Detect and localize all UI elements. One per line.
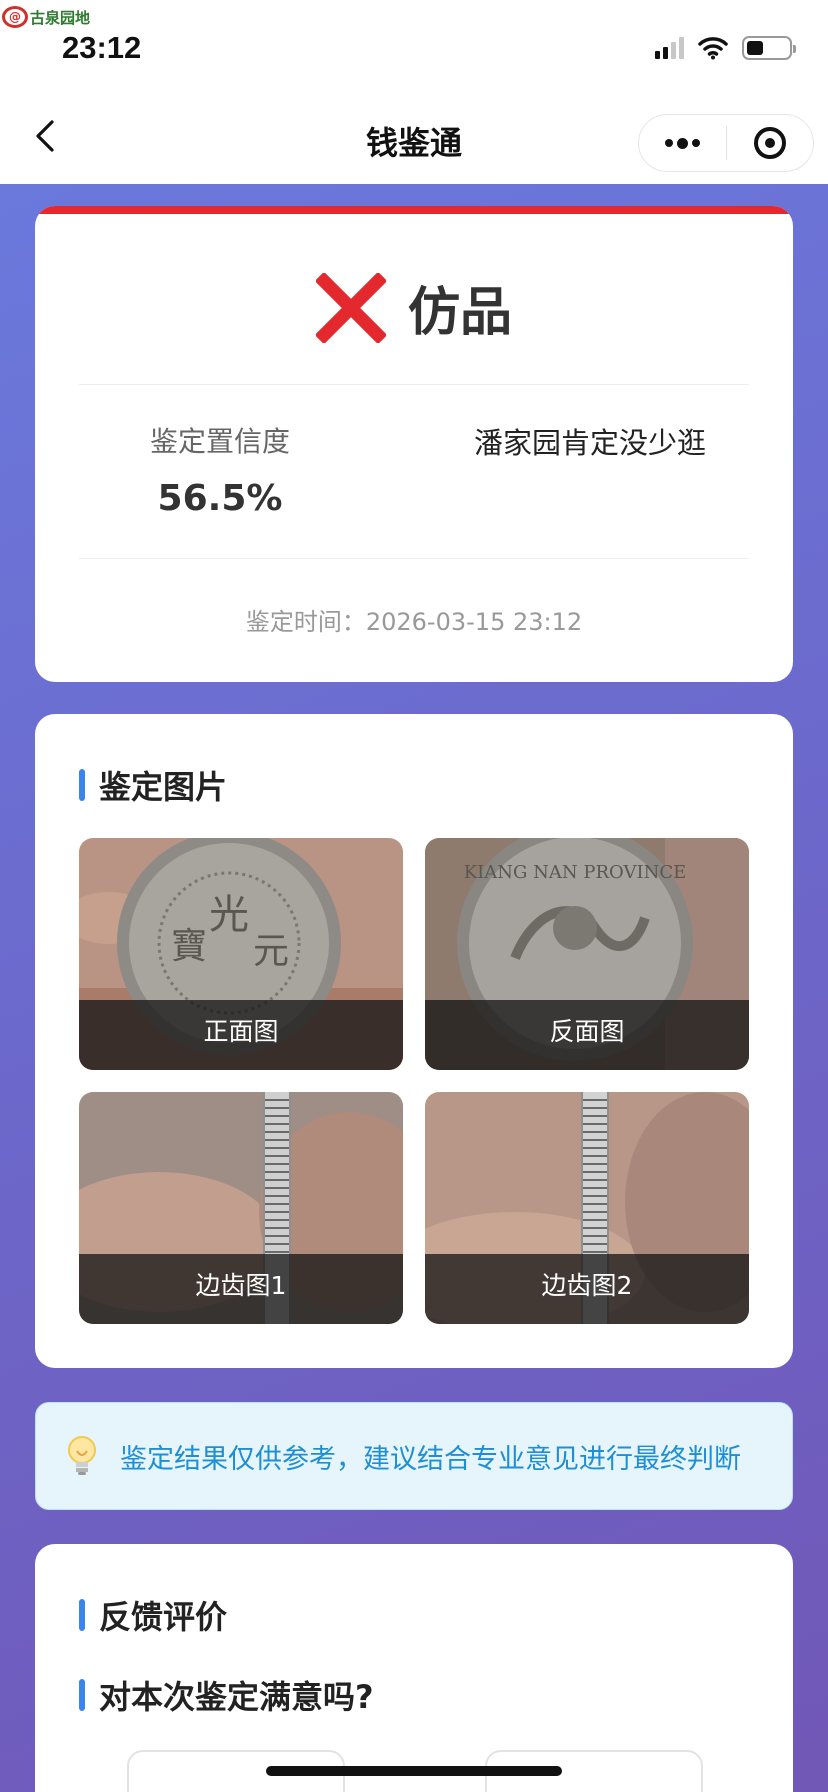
appraisal-time: 鉴定时间：2026-03-15 23:12 xyxy=(245,608,583,636)
wifi-icon xyxy=(698,37,728,60)
nav-bar: 钱鉴通 xyxy=(0,88,828,184)
disclaimer-text: 鉴定结果仅供参考，建议结合专业意见进行最终判断 xyxy=(120,1443,741,1475)
photo-caption: 边齿图1 xyxy=(79,1254,403,1324)
photos-title-text: 鉴定图片 xyxy=(99,768,228,806)
more-dots-icon xyxy=(664,137,700,149)
photo-edge-1[interactable]: 边齿图1 xyxy=(79,1092,403,1324)
confidence-value: 56.5% xyxy=(157,478,283,519)
svg-text:寶: 寶 xyxy=(171,926,207,967)
watermark-text: 古泉园地 xyxy=(30,8,91,27)
photo-back[interactable]: KIANG NAN PROVINCE 反面图 xyxy=(425,838,749,1070)
result-accent-bar xyxy=(35,206,793,214)
result-comment: 潘家园肯定没少逛 xyxy=(473,426,706,460)
feedback-section-title: 反馈评价 xyxy=(79,1592,227,1638)
target-close-icon xyxy=(753,127,786,159)
home-indicator xyxy=(266,1766,562,1776)
feedback-card: 反馈评价 对本次鉴定满意吗? xyxy=(35,1544,793,1792)
title-accent-bar xyxy=(79,1599,85,1631)
title-accent-bar xyxy=(79,769,85,801)
status-time: 23:12 xyxy=(62,30,142,65)
miniprogram-capsule xyxy=(638,114,814,172)
red-cross-icon xyxy=(315,272,386,343)
divider xyxy=(79,384,749,385)
svg-text:光: 光 xyxy=(209,892,249,938)
photos-card: 鉴定图片 光 寶 元 正面图 KIANG NAN PROVINCE 反面图 边齿… xyxy=(35,714,793,1368)
feedback-title-text: 反馈评价 xyxy=(99,1598,228,1636)
svg-text:KIANG NAN PROVINCE: KIANG NAN PROVINCE xyxy=(464,862,687,883)
signal-icon xyxy=(655,37,684,59)
battery-icon xyxy=(742,36,796,60)
status-icons xyxy=(655,36,796,60)
satisfaction-question-text: 对本次鉴定满意吗? xyxy=(99,1678,374,1716)
verdict-label: 仿品 xyxy=(407,283,512,343)
disclaimer-notice: 鉴定结果仅供参考，建议结合专业意见进行最终判断 xyxy=(35,1402,793,1510)
more-button[interactable] xyxy=(639,115,726,171)
title-accent-bar xyxy=(79,1679,85,1711)
confidence-label: 鉴定置信度 xyxy=(149,425,290,458)
satisfaction-question: 对本次鉴定满意吗? xyxy=(79,1672,374,1718)
photo-front[interactable]: 光 寶 元 正面图 xyxy=(79,838,403,1070)
photos-section-title: 鉴定图片 xyxy=(79,762,227,808)
photo-caption: 正面图 xyxy=(79,1000,403,1070)
watermark: @ 古泉园地 xyxy=(2,6,90,28)
svg-text:元: 元 xyxy=(253,931,289,972)
result-card: 仿品 鉴定置信度 56.5% 潘家园肯定没少逛 鉴定时间：2026-03-15 … xyxy=(35,206,793,682)
close-miniprogram-button[interactable] xyxy=(727,115,814,171)
lightbulb-icon xyxy=(68,1436,96,1475)
status-bar: @ 古泉园地 23:12 xyxy=(0,0,828,88)
verdict-row: 仿品 xyxy=(35,270,793,345)
photo-caption: 反面图 xyxy=(425,1000,749,1070)
photo-edge-2[interactable]: 边齿图2 xyxy=(425,1092,749,1324)
divider xyxy=(79,558,749,559)
photo-caption: 边齿图2 xyxy=(425,1254,749,1324)
watermark-logo-icon: @ xyxy=(2,6,28,28)
